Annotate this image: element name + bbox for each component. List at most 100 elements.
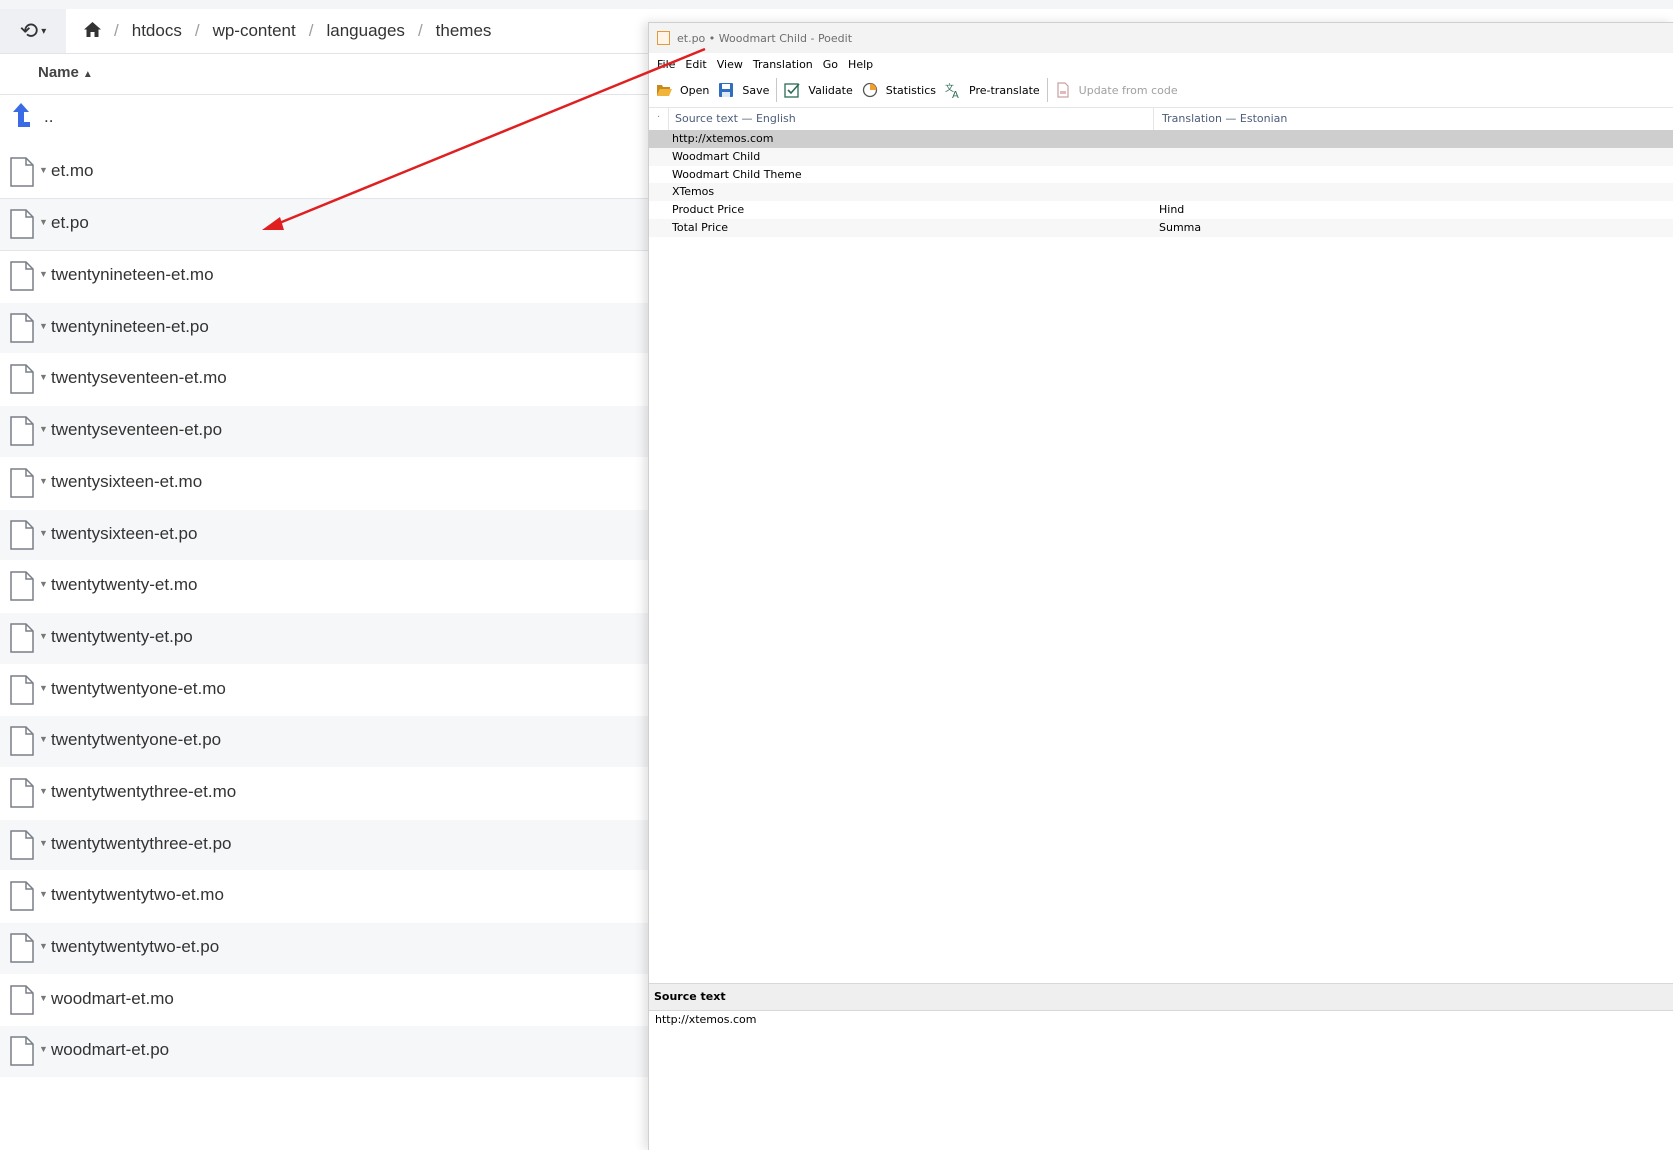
breadcrumb-wp-content[interactable]: wp-content	[213, 21, 296, 41]
row-dropdown-icon[interactable]: ▼	[39, 372, 48, 382]
breadcrumb-separator: /	[417, 21, 423, 40]
open-button[interactable]: Open	[656, 82, 709, 98]
parent-directory-label: ..	[44, 107, 54, 126]
home-icon[interactable]	[84, 21, 101, 42]
row-dropdown-icon[interactable]: ▼	[39, 838, 48, 848]
file-icon	[10, 209, 34, 240]
statistics-button[interactable]: Statistics	[862, 82, 936, 98]
row-dropdown-icon[interactable]: ▼	[39, 941, 48, 951]
row-dropdown-icon[interactable]: ▼	[39, 269, 48, 279]
file-icon	[10, 468, 34, 498]
entry-translation: Summa	[1159, 220, 1202, 234]
breadcrumb: / htdocs / wp-content / languages / them…	[84, 9, 491, 53]
pretranslate-label: Pre-translate	[969, 83, 1040, 97]
update-from-code-label: Update from code	[1078, 83, 1178, 97]
entry-source: http://xtemos.com	[672, 132, 774, 145]
menu-go[interactable]: Go	[823, 58, 838, 71]
validate-button[interactable]: Validate	[784, 82, 853, 98]
source-text-panel-content: http://xtemos.com	[655, 1013, 757, 1026]
save-label: Save	[742, 83, 770, 97]
entry-source: Product Price	[672, 203, 745, 217]
translation-entry[interactable]: http://xtemos.com	[649, 130, 1673, 148]
row-dropdown-icon[interactable]: ▼	[39, 579, 48, 589]
file-icon	[10, 984, 34, 1015]
row-dropdown-icon[interactable]: ▼	[39, 993, 48, 1003]
file-name: twentytwentyone-et.po	[51, 730, 222, 750]
file-icon	[10, 261, 34, 291]
menu-view[interactable]: View	[717, 58, 743, 71]
menu-help[interactable]: Help	[848, 58, 873, 71]
row-dropdown-icon[interactable]: ▼	[39, 889, 48, 899]
pretranslate-button[interactable]: 文A Pre-translate	[945, 82, 1040, 98]
file-name: twentynineteen-et.mo	[51, 265, 214, 285]
row-dropdown-icon[interactable]: ▼	[39, 1044, 48, 1054]
file-icon	[10, 674, 34, 705]
top-strip	[0, 0, 1673, 9]
row-dropdown-icon[interactable]: ▼	[39, 631, 48, 641]
file-name: twentytwentythree-et.mo	[51, 781, 237, 801]
translation-entry[interactable]: Product Price Hind	[649, 201, 1673, 219]
file-name: woodmart-et.mo	[51, 988, 174, 1008]
row-dropdown-icon[interactable]: ▼	[39, 786, 48, 796]
row-dropdown-icon[interactable]: ▼	[39, 321, 48, 331]
file-name: et.mo	[51, 160, 94, 180]
file-icon	[10, 726, 34, 756]
up-arrow-icon	[12, 103, 30, 136]
source-text-panel-header: Source text	[649, 983, 1673, 1011]
row-dropdown-icon[interactable]: ▼	[39, 424, 48, 434]
file-icon	[10, 829, 34, 860]
menu-file[interactable]: File	[657, 58, 675, 71]
validate-check-icon	[784, 83, 801, 98]
save-button[interactable]: Save	[718, 82, 769, 98]
update-from-code-button[interactable]: Update from code	[1055, 82, 1178, 98]
history-button[interactable]: ⟲ ▾	[0, 9, 66, 53]
title-bar: et.po • Woodmart Child - Poedit	[649, 23, 1673, 53]
row-dropdown-icon[interactable]: ▼	[39, 165, 48, 175]
row-dropdown-icon[interactable]: ▼	[39, 683, 48, 693]
file-icon	[10, 1036, 34, 1067]
file-icon	[10, 571, 34, 601]
translation-entry[interactable]: XTemos	[649, 183, 1673, 202]
file-name: twentyseventeen-et.po	[51, 420, 223, 440]
name-column-header[interactable]: Name ▲	[38, 64, 93, 81]
file-name: twentytwenty-et.mo	[51, 575, 198, 595]
row-dropdown-icon[interactable]: ▼	[39, 217, 48, 227]
toolbar-separator	[1046, 78, 1048, 102]
chevron-down-icon: ▾	[41, 25, 47, 37]
save-icon	[719, 83, 734, 97]
source-text-panel-title: Source text	[654, 990, 726, 1003]
file-icon	[10, 933, 34, 963]
file-icon	[10, 313, 34, 343]
column-source-text[interactable]: Source text — English	[668, 108, 1154, 130]
file-name: twentyseventeen-et.mo	[51, 368, 227, 388]
file-icon	[10, 623, 34, 653]
translation-entry[interactable]: Total Price Summa	[649, 218, 1673, 237]
menu-edit[interactable]: Edit	[685, 58, 706, 71]
breadcrumb-themes[interactable]: themes	[436, 21, 492, 41]
file-icon	[10, 519, 34, 550]
file-name: twentytwentythree-et.po	[51, 833, 232, 853]
menu-translation[interactable]: Translation	[753, 58, 813, 71]
column-status: ·	[657, 112, 661, 123]
poedit-app-icon	[657, 31, 670, 45]
translation-entry[interactable]: Woodmart Child Theme	[649, 166, 1673, 184]
toolbar: Open Save Validate Statistics 文A Pre-tra…	[649, 76, 1673, 104]
poedit-window: et.po • Woodmart Child - Poedit File Edi…	[648, 22, 1673, 1150]
row-dropdown-icon[interactable]: ▼	[39, 476, 48, 486]
entry-source: Total Price	[672, 220, 729, 234]
breadcrumb-separator: /	[114, 21, 119, 40]
translation-entry[interactable]: Woodmart Child	[649, 147, 1673, 166]
menu-bar: File Edit View Translation Go Help	[649, 54, 1673, 74]
svg-text:A: A	[952, 90, 959, 98]
file-name: twentytwentytwo-et.mo	[51, 885, 224, 905]
file-icon	[10, 156, 34, 187]
file-icon	[10, 364, 34, 395]
window-title: et.po • Woodmart Child - Poedit	[677, 31, 853, 45]
entry-source: Woodmart Child Theme	[672, 167, 802, 181]
breadcrumb-languages[interactable]: languages	[326, 21, 404, 41]
row-dropdown-icon[interactable]: ▼	[39, 734, 48, 744]
breadcrumb-htdocs[interactable]: htdocs	[132, 21, 182, 41]
column-translation[interactable]: Translation — Estonian	[1162, 108, 1287, 130]
row-dropdown-icon[interactable]: ▼	[39, 528, 48, 538]
entry-source: Woodmart Child	[672, 149, 761, 163]
